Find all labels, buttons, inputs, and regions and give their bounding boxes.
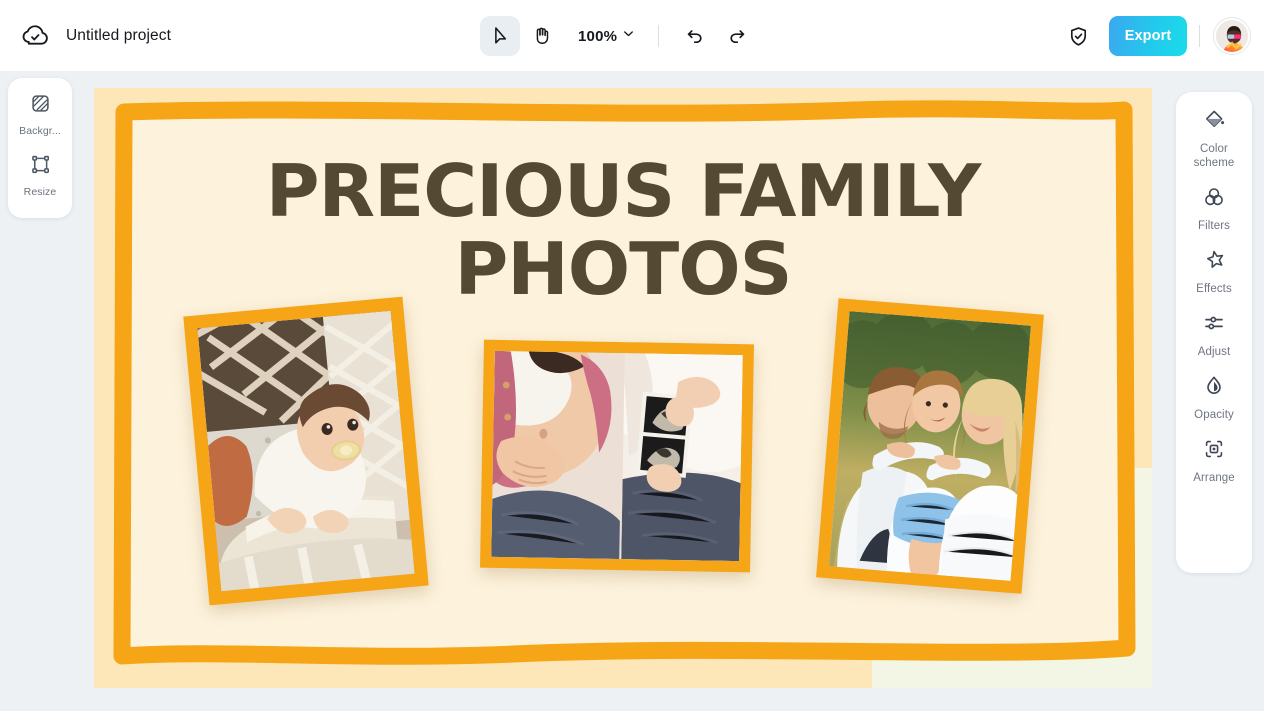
zoom-level-selector[interactable]: 100% [572, 22, 642, 50]
sidebar-item-label: Arrange [1193, 472, 1235, 484]
right-sidebar: Color scheme Filters Effects Adjust Opac… [1176, 92, 1252, 573]
sidebar-item-color-scheme[interactable]: Color scheme [1178, 108, 1250, 170]
sidebar-item-arrange[interactable]: Arrange [1178, 437, 1250, 485]
sidebar-item-label: Opacity [1194, 409, 1234, 421]
brand-area: Untitled project [0, 21, 171, 51]
paint-bucket-icon [1202, 108, 1226, 137]
export-button[interactable]: Export [1109, 16, 1187, 56]
sidebar-item-background[interactable]: Backgr... [12, 89, 68, 141]
chevron-down-icon [621, 26, 636, 46]
avatar-divider [1199, 25, 1200, 47]
zoom-level-value: 100% [578, 27, 618, 45]
sidebar-item-adjust[interactable]: Adjust [1178, 311, 1250, 359]
user-avatar[interactable] [1214, 18, 1250, 54]
photo-family-in-field[interactable] [816, 298, 1044, 594]
sidebar-item-opacity[interactable]: Opacity [1178, 374, 1250, 422]
droplet-icon [1202, 374, 1226, 403]
select-tool[interactable] [480, 16, 520, 56]
sidebar-item-filters[interactable]: Filters [1178, 185, 1250, 233]
photo-baby-in-bassinet[interactable] [183, 296, 429, 606]
arrange-square-icon [1202, 437, 1226, 466]
sidebar-item-effects[interactable]: Effects [1178, 248, 1250, 296]
sidebar-item-resize[interactable]: Resize [12, 150, 68, 202]
sliders-icon [1202, 311, 1226, 340]
toolbar-divider [658, 25, 660, 47]
title-line-1: PRECIOUS FAMILY [265, 149, 982, 233]
resize-frame-icon [29, 153, 52, 181]
photo-image [491, 350, 743, 562]
sidebar-item-label: Backgr... [19, 125, 61, 137]
shield-check-icon[interactable] [1057, 15, 1099, 57]
sidebar-item-label: Effects [1196, 283, 1232, 295]
photo-image [197, 310, 415, 592]
sparkle-star-icon [1202, 248, 1226, 277]
background-hatch-icon [29, 92, 52, 120]
sidebar-item-label: Color scheme [1193, 143, 1235, 169]
project-title[interactable]: Untitled project [66, 27, 171, 45]
design-canvas[interactable]: PRECIOUS FAMILY PHOTOS [94, 88, 1152, 688]
photo-image [829, 311, 1031, 581]
hand-tool[interactable] [522, 16, 562, 56]
title-line-2: PHOTOS [454, 227, 792, 311]
cloud-check-icon[interactable] [20, 21, 50, 51]
three-circles-icon [1202, 185, 1226, 214]
photo-pregnancy-ultrasound[interactable] [480, 339, 754, 573]
page-title: PRECIOUS FAMILY PHOTOS [94, 152, 1152, 308]
sidebar-item-label: Filters [1197, 220, 1230, 232]
undo-button[interactable] [675, 16, 715, 56]
right-tool-group: Export [1057, 13, 1250, 59]
center-tool-group: 100% [480, 13, 757, 59]
left-sidebar: Backgr... Resize [8, 78, 72, 218]
sidebar-item-label: Resize [23, 186, 57, 198]
redo-button[interactable] [717, 16, 757, 56]
top-toolbar: Untitled project 100% Export [0, 0, 1264, 71]
sidebar-item-label: Adjust [1197, 346, 1231, 358]
